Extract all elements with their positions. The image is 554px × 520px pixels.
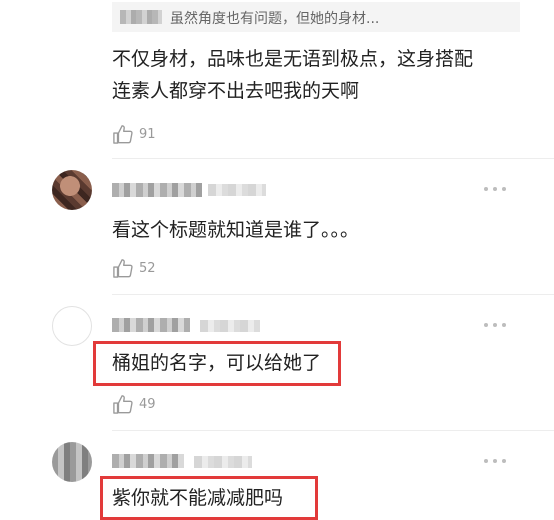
like-button[interactable]: 49 bbox=[112, 393, 156, 415]
avatar[interactable] bbox=[52, 442, 92, 482]
username-blurred bbox=[112, 454, 184, 468]
username-blurred bbox=[112, 183, 202, 197]
comment-text: 桶姐的名字，可以给她了 bbox=[112, 352, 322, 374]
quoted-reply[interactable]: 虽然角度也有问题，但她的身材... bbox=[112, 2, 520, 32]
like-button[interactable]: 91 bbox=[112, 123, 156, 145]
like-button[interactable]: 52 bbox=[112, 257, 156, 279]
more-icon[interactable] bbox=[484, 322, 506, 328]
thumb-up-icon bbox=[113, 259, 133, 278]
like-count: 52 bbox=[139, 260, 156, 276]
comment-text: 紫你就不能减减肥吗 bbox=[112, 487, 284, 509]
like-count: 49 bbox=[139, 396, 156, 412]
meta-blurred bbox=[200, 320, 260, 332]
more-icon[interactable] bbox=[484, 186, 506, 192]
comment-text-line: 不仅身材，品味也是无语到极点，这身搭配 bbox=[112, 48, 474, 70]
divider bbox=[112, 158, 554, 159]
comment-text-line: 连素人都穿不出去吧我的天啊 bbox=[112, 80, 360, 102]
quoted-username-blurred bbox=[120, 10, 162, 24]
meta-blurred bbox=[208, 184, 266, 196]
thumb-up-icon bbox=[113, 395, 133, 414]
thumb-up-icon bbox=[113, 125, 133, 144]
like-count: 91 bbox=[139, 126, 156, 142]
username-blurred bbox=[112, 318, 190, 332]
divider bbox=[112, 430, 554, 431]
comment-text: 看这个标题就知道是谁了。。。 bbox=[112, 219, 360, 241]
divider bbox=[112, 294, 554, 295]
meta-blurred bbox=[194, 456, 252, 468]
quoted-text: 虽然角度也有问题，但她的身材... bbox=[170, 11, 380, 27]
more-icon[interactable] bbox=[484, 458, 506, 464]
avatar[interactable] bbox=[52, 170, 92, 210]
avatar[interactable] bbox=[52, 306, 92, 346]
